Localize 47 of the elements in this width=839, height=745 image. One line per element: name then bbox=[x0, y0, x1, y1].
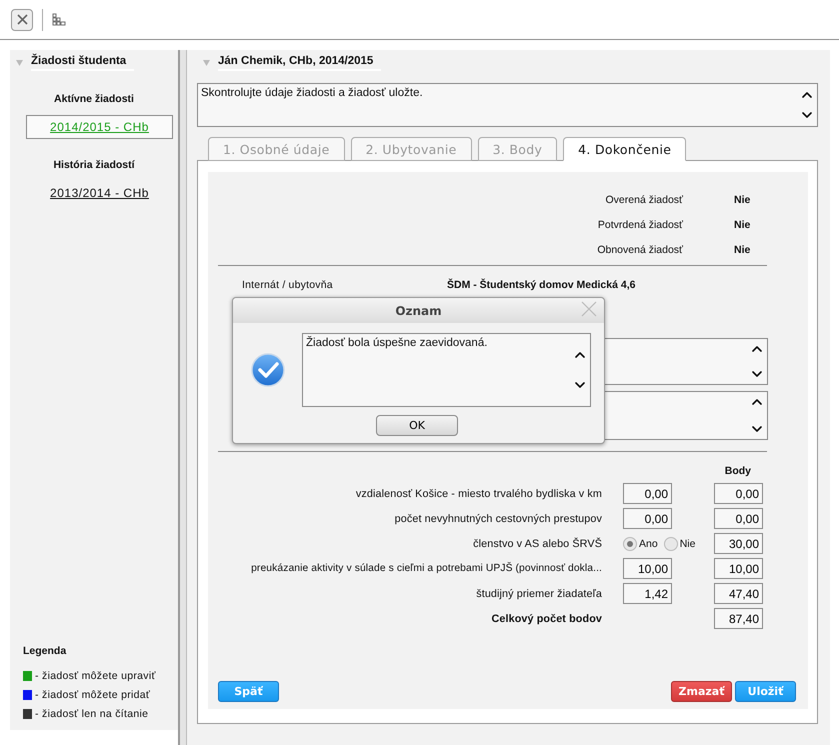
value-input[interactable]: 1,42 bbox=[623, 583, 672, 604]
close-button[interactable] bbox=[11, 8, 33, 30]
points-field[interactable]: 30,00 bbox=[714, 533, 763, 554]
points-field[interactable]: 87,40 bbox=[714, 608, 763, 629]
field-value: ŠDM - Študentský domov Medická 4,6 bbox=[447, 279, 636, 291]
application-link[interactable]: 2013/2014 - CHb bbox=[26, 181, 173, 205]
criterion-label: Celkový počet bodov bbox=[490, 612, 602, 624]
value-input[interactable]: 0,00 bbox=[623, 483, 672, 504]
field-label: Internát / ubytovňa bbox=[242, 279, 334, 291]
delete-button[interactable]: Zmazať bbox=[671, 681, 732, 702]
status-label: Overená žiadosť bbox=[606, 194, 683, 206]
legend-label: - žiadosť môžete upraviť bbox=[35, 670, 156, 682]
column-heading: Body bbox=[724, 465, 751, 477]
grid-icon[interactable] bbox=[52, 12, 66, 26]
check-icon bbox=[251, 353, 285, 387]
criterion-label: vzdialenosť Košice - miesto trvalého bydliska v km bbox=[354, 488, 602, 500]
value-input[interactable]: 10,00 bbox=[623, 558, 672, 579]
radio-option[interactable]: Ano bbox=[623, 536, 658, 550]
panel-title: Ján Chemik, CHb, 2014/2015 bbox=[218, 55, 382, 71]
status-value: Nie bbox=[734, 244, 752, 256]
points-field[interactable]: 0,00 bbox=[714, 483, 763, 504]
close-icon bbox=[581, 301, 597, 317]
ok-button[interactable]: OK bbox=[376, 415, 458, 436]
legend-label: - žiadosť len na čítanie bbox=[35, 708, 148, 720]
criterion-label: počet nevyhnutných cestovných prestupov bbox=[394, 512, 602, 524]
criterion-label: preukázanie aktivity v súlade s cieľmi a potrebami UPJŠ (povinnosť dokla... bbox=[250, 563, 602, 574]
value-input[interactable]: 0,00 bbox=[623, 508, 672, 529]
points-field[interactable]: 47,40 bbox=[714, 583, 763, 604]
radio-option[interactable]: Nie bbox=[664, 536, 696, 550]
message-field[interactable]: Žiadosť bola úspešne zaevidovaná. bbox=[302, 333, 591, 407]
status-value: Nie bbox=[734, 194, 752, 206]
legend-title: Legenda bbox=[23, 645, 68, 657]
tab[interactable]: 4. Dokončenie bbox=[563, 137, 686, 161]
section-title: História žiadostí bbox=[53, 159, 135, 171]
message-field[interactable]: Skontrolujte údaje žiadosti a žiadosť uložte. bbox=[197, 83, 818, 127]
status-label: Potvrdená žiadosť bbox=[598, 218, 683, 230]
dialog-title: Oznam bbox=[395, 304, 442, 318]
close-icon bbox=[16, 14, 28, 25]
status-label: Obnovená žiadosť bbox=[597, 244, 683, 256]
points-field[interactable]: 0,00 bbox=[714, 508, 763, 529]
criterion-label: študijný priemer žiadateľa bbox=[475, 588, 602, 600]
legend-label: - žiadosť môžete pridať bbox=[35, 689, 150, 701]
status-value: Nie bbox=[734, 218, 752, 230]
criterion-label: členstvo v AS alebo ŠRVŠ bbox=[472, 538, 602, 550]
points-field[interactable]: 10,00 bbox=[714, 558, 763, 579]
panel-title: Žiadosti študenta bbox=[31, 55, 134, 71]
section-title: Aktívne žiadosti bbox=[54, 93, 134, 105]
